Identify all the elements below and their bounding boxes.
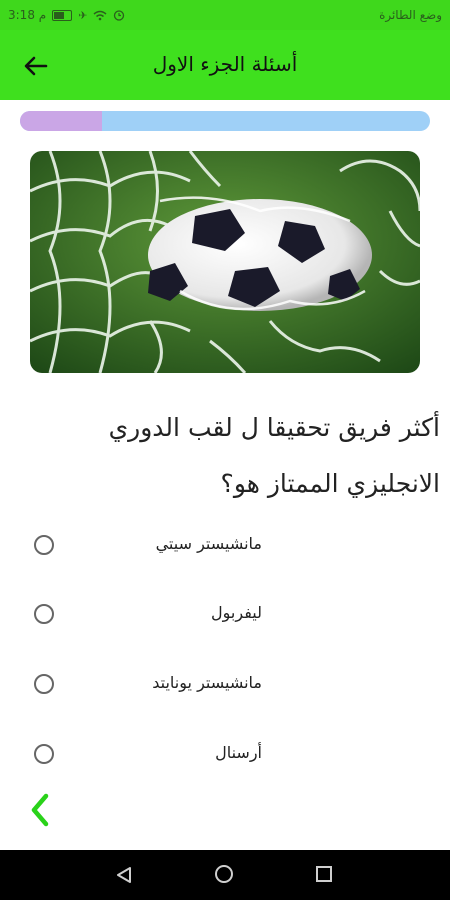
- battery-icon: [52, 9, 73, 21]
- airplane-mode-label: وضع الطائرة: [379, 8, 442, 22]
- airplane-icon: ✈: [78, 8, 88, 22]
- progress-fill: [20, 111, 102, 131]
- option-label: مانشيستر سيتي: [155, 534, 262, 553]
- answer-option-2[interactable]: ليفربول: [32, 594, 272, 634]
- nav-recent-icon[interactable]: [316, 866, 332, 882]
- app-bar: أسئلة الجزء الاول: [0, 30, 450, 100]
- option-label: أرسنال: [215, 743, 262, 762]
- page-title: أسئلة الجزء الاول: [152, 52, 298, 76]
- status-left: 3:18 م ✈: [8, 8, 125, 22]
- system-nav-bar: [0, 850, 450, 900]
- soccer-ball-illustration: [30, 151, 420, 373]
- option-label: مانشيستر يونايتد: [152, 673, 262, 692]
- hero-image: [30, 151, 420, 373]
- radio-button[interactable]: [34, 674, 54, 694]
- radio-button[interactable]: [34, 604, 54, 624]
- quiz-progress-bar: [20, 111, 430, 131]
- answer-option-4[interactable]: أرسنال: [32, 734, 272, 774]
- wifi-icon: [93, 10, 107, 20]
- option-label: ليفربول: [211, 603, 262, 622]
- question-text: أكثر فريق تحقيقا ل لقب الدوري الانجليزي …: [108, 413, 440, 498]
- radio-button[interactable]: [34, 535, 54, 555]
- answer-option-3[interactable]: مانشيستر يونايتد: [32, 664, 272, 704]
- nav-back-icon[interactable]: [115, 866, 133, 884]
- answer-option-1[interactable]: مانشيستر سيتي: [32, 525, 272, 565]
- alarm-icon: [114, 10, 125, 21]
- nav-home-icon[interactable]: [215, 865, 233, 883]
- radio-button[interactable]: [34, 744, 54, 764]
- status-bar: 3:18 م ✈ وضع الطائرة: [0, 0, 450, 30]
- chevron-left-icon[interactable]: [28, 792, 52, 828]
- status-time: 3:18 م: [8, 8, 47, 22]
